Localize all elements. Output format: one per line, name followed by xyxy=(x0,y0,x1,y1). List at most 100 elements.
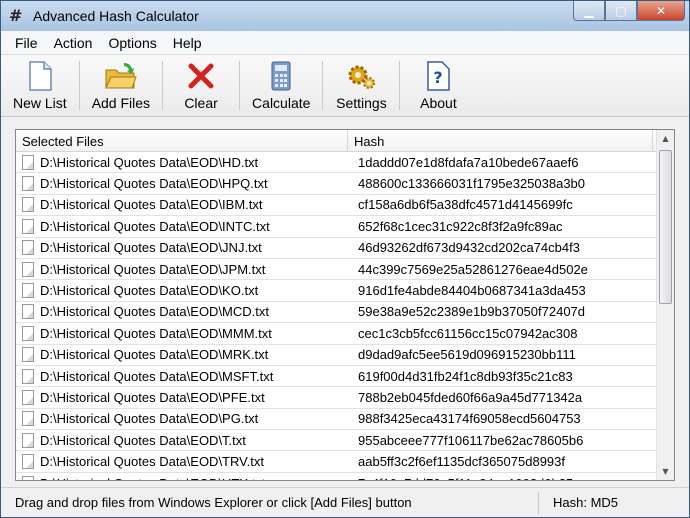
table-row[interactable]: D:\Historical Quotes Data\EOD\JNJ.txt 46d… xyxy=(16,238,656,259)
file-cell: D:\Historical Quotes Data\EOD\HD.txt xyxy=(16,154,348,170)
table-row[interactable]: D:\Historical Quotes Data\EOD\UTX.txt 7c4… xyxy=(16,473,656,480)
file-path: D:\Historical Quotes Data\EOD\HPQ.txt xyxy=(40,176,268,192)
table-row[interactable]: D:\Historical Quotes Data\EOD\TRV.txt aab… xyxy=(16,451,656,473)
menu-help[interactable]: Help xyxy=(165,32,210,54)
file-list[interactable]: Selected Files Hash D:\Historical Quotes… xyxy=(15,129,675,481)
file-path: D:\Historical Quotes Data\EOD\MRK.txt xyxy=(40,347,269,363)
scroll-up-arrow-icon[interactable]: ▲ xyxy=(657,130,674,147)
file-cell: D:\Historical Quotes Data\EOD\MSFT.txt xyxy=(16,368,348,384)
add-files-button[interactable]: Add Files xyxy=(84,57,158,114)
file-cell: D:\Historical Quotes Data\EOD\HPQ.txt xyxy=(16,176,348,192)
table-row[interactable]: D:\Historical Quotes Data\EOD\INTC.txt 65… xyxy=(16,216,656,238)
file-cell: D:\Historical Quotes Data\EOD\MCD.txt xyxy=(16,304,348,320)
table-row[interactable]: D:\Historical Quotes Data\EOD\JPM.txt 44c… xyxy=(16,259,656,281)
file-cell: D:\Historical Quotes Data\EOD\MRK.txt xyxy=(16,347,348,363)
file-cell: D:\Historical Quotes Data\EOD\JPM.txt xyxy=(16,261,348,277)
document-icon xyxy=(23,61,57,91)
table-row[interactable]: D:\Historical Quotes Data\EOD\MSFT.txt 61… xyxy=(16,366,656,388)
table-row[interactable]: D:\Historical Quotes Data\EOD\MMM.txt cec… xyxy=(16,323,656,345)
file-path: D:\Historical Quotes Data\EOD\T.txt xyxy=(40,432,246,448)
file-cell: D:\Historical Quotes Data\EOD\JNJ.txt xyxy=(16,240,348,256)
file-path: D:\Historical Quotes Data\EOD\MMM.txt xyxy=(40,325,272,341)
maximize-button[interactable]: ▢ xyxy=(605,1,637,21)
table-row[interactable]: D:\Historical Quotes Data\EOD\KO.txt 916d… xyxy=(16,280,656,302)
file-path: D:\Historical Quotes Data\EOD\MSFT.txt xyxy=(40,368,274,384)
file-cell: D:\Historical Quotes Data\EOD\T.txt xyxy=(16,432,348,448)
table-row[interactable]: D:\Historical Quotes Data\EOD\MRK.txt d9d… xyxy=(16,345,656,366)
hash-cell: 788b2eb045fded60f66a9a45d771342a xyxy=(358,389,583,405)
hash-cell: 916d1fe4abde84404b0687341a3da453 xyxy=(358,283,586,299)
hash-cell: 488600c133666031f1795e325038a3b0 xyxy=(358,176,586,192)
file-cell: D:\Historical Quotes Data\EOD\MMM.txt xyxy=(16,325,348,341)
file-icon xyxy=(22,176,34,192)
table-row[interactable]: D:\Historical Quotes Data\EOD\HD.txt 1dad… xyxy=(16,152,656,174)
file-path: D:\Historical Quotes Data\EOD\KO.txt xyxy=(40,283,259,299)
table-row[interactable]: D:\Historical Quotes Data\EOD\PG.txt 988f… xyxy=(16,409,656,431)
hash-cell: 59e38a9e52c2389e1b9b37050f72407d xyxy=(358,304,586,320)
app-window: # Advanced Hash Calculator ▁ ▢ ✕ File Ac… xyxy=(0,0,690,518)
menu-action[interactable]: Action xyxy=(46,32,101,54)
toolbar-separator xyxy=(162,61,164,110)
file-icon xyxy=(22,347,34,363)
file-path: D:\Historical Quotes Data\EOD\JPM.txt xyxy=(40,261,266,277)
file-path: D:\Historical Quotes Data\EOD\IBM.txt xyxy=(40,197,263,213)
file-path: D:\Historical Quotes Data\EOD\PG.txt xyxy=(40,411,259,427)
red-x-icon xyxy=(184,61,218,91)
file-path: D:\Historical Quotes Data\EOD\UTX.txt xyxy=(40,476,265,480)
calculate-button[interactable]: Calculate xyxy=(244,57,318,114)
table-row[interactable]: D:\Historical Quotes Data\EOD\PFE.txt 788… xyxy=(16,387,656,409)
table-row[interactable]: D:\Historical Quotes Data\EOD\IBM.txt cf1… xyxy=(16,195,656,217)
new-list-label: New List xyxy=(13,95,67,111)
window-title: Advanced Hash Calculator xyxy=(33,8,199,24)
file-path: D:\Historical Quotes Data\EOD\HD.txt xyxy=(40,154,259,170)
calculator-icon xyxy=(264,61,298,91)
scroll-down-arrow-icon[interactable]: ▼ xyxy=(657,463,674,480)
clear-button[interactable]: Clear xyxy=(167,57,235,114)
hash-cell: d9dad9afc5ee5619d096915230bb111 xyxy=(358,347,576,363)
hash-cell: 46d93262df673d9432cd202ca74cb4f3 xyxy=(358,240,580,256)
title-bar[interactable]: # Advanced Hash Calculator ▁ ▢ ✕ xyxy=(1,1,689,31)
about-button[interactable]: ? About xyxy=(404,57,472,114)
menu-options[interactable]: Options xyxy=(100,32,164,54)
minimize-button[interactable]: ▁ xyxy=(573,1,605,21)
close-button[interactable]: ✕ xyxy=(637,1,685,21)
list-body: D:\Historical Quotes Data\EOD\HD.txt 1dad… xyxy=(16,152,656,480)
table-row[interactable]: D:\Historical Quotes Data\EOD\MCD.txt 59e… xyxy=(16,302,656,324)
file-path: D:\Historical Quotes Data\EOD\TRV.txt xyxy=(40,454,264,470)
hash-cell: cec1c3cb5fcc61156cc15c07942ac308 xyxy=(358,325,578,341)
file-cell: D:\Historical Quotes Data\EOD\IBM.txt xyxy=(16,197,348,213)
toolbar-separator xyxy=(322,61,324,110)
column-header-hash[interactable]: Hash xyxy=(348,130,653,151)
new-list-button[interactable]: New List xyxy=(5,57,75,114)
table-row[interactable]: D:\Historical Quotes Data\EOD\HPQ.txt 488… xyxy=(16,173,656,195)
settings-button[interactable]: Settings xyxy=(327,57,395,114)
toolbar-separator xyxy=(239,61,241,110)
file-cell: D:\Historical Quotes Data\EOD\PG.txt xyxy=(16,411,348,427)
file-cell: D:\Historical Quotes Data\EOD\PFE.txt xyxy=(16,389,348,405)
app-hash-icon: # xyxy=(9,6,23,25)
hash-cell: 955abceee777f106117be62ac78605b6 xyxy=(358,432,584,448)
file-cell: D:\Historical Quotes Data\EOD\TRV.txt xyxy=(16,454,348,470)
add-files-label: Add Files xyxy=(91,95,151,111)
file-icon xyxy=(22,261,34,277)
toolbar-separator xyxy=(78,61,80,110)
file-cell: D:\Historical Quotes Data\EOD\INTC.txt xyxy=(16,218,348,234)
file-icon xyxy=(22,197,34,213)
status-message: Drag and drop files from Windows Explore… xyxy=(1,491,539,514)
file-icon xyxy=(22,283,34,299)
svg-text:?: ? xyxy=(434,68,443,87)
hash-cell: aab5ff3c2f6ef1135dcf365075d8993f xyxy=(358,454,565,470)
scroll-thumb[interactable] xyxy=(659,150,672,304)
column-header-selected-files[interactable]: Selected Files xyxy=(16,130,348,151)
table-row[interactable]: D:\Historical Quotes Data\EOD\T.txt 955ab… xyxy=(16,430,656,452)
file-icon xyxy=(22,154,34,170)
file-path: D:\Historical Quotes Data\EOD\INTC.txt xyxy=(40,218,270,234)
list-header: Selected Files Hash xyxy=(16,130,674,152)
file-icon xyxy=(22,475,34,480)
about-label: About xyxy=(420,95,457,111)
menu-file[interactable]: File xyxy=(7,32,46,54)
file-cell: D:\Historical Quotes Data\EOD\UTX.txt xyxy=(16,475,348,480)
file-icon xyxy=(22,304,34,320)
open-folder-icon xyxy=(104,61,138,91)
vertical-scrollbar[interactable]: ▲ ▼ xyxy=(656,130,674,480)
